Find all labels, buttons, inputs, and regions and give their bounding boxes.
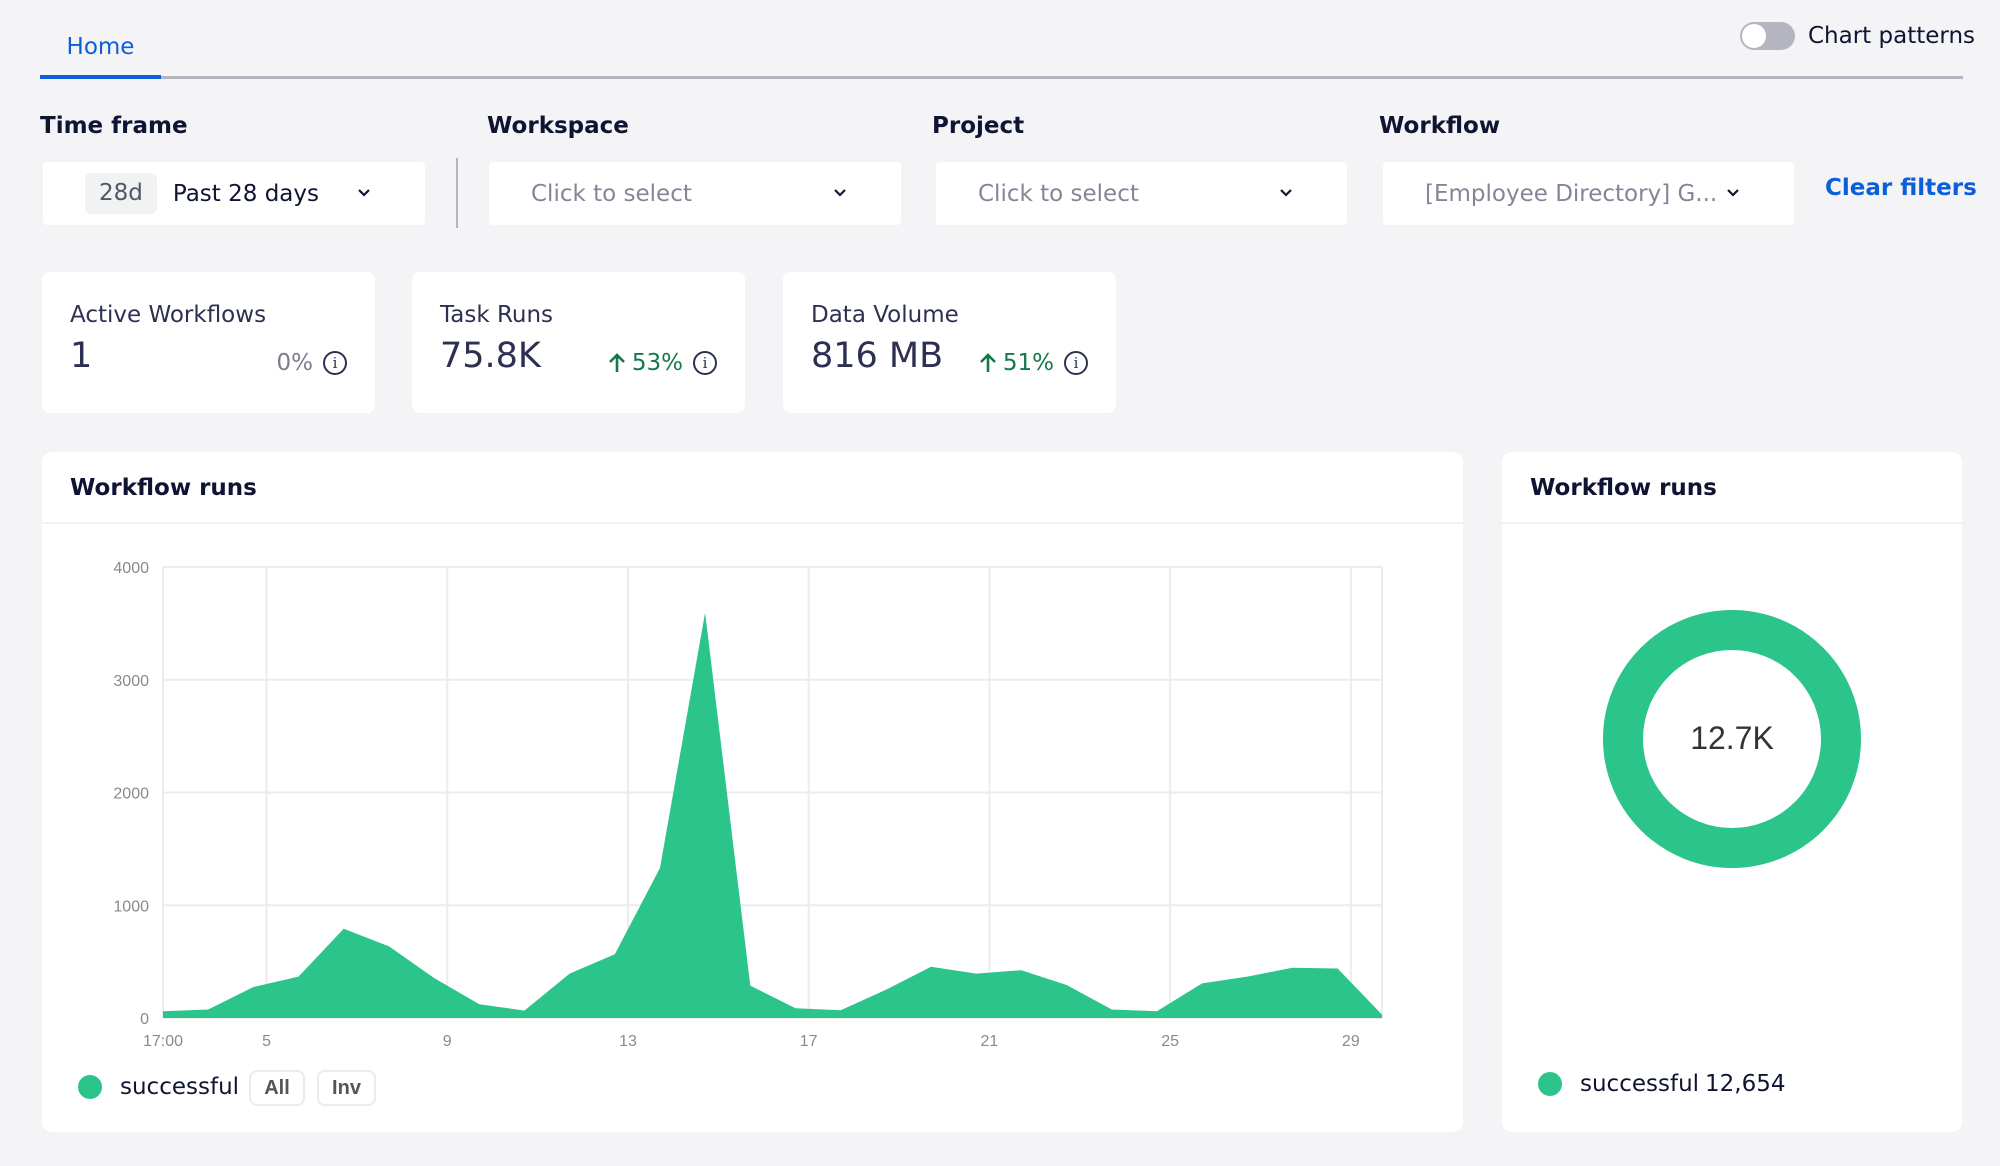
x-tick-label: 25 (1161, 1033, 1179, 1050)
x-axis-ticks: 17:00 5 9 13 17 21 25 29 (143, 1033, 1360, 1050)
x-tick-label: 9 (443, 1033, 452, 1050)
legend-label-successful[interactable]: successful (120, 1070, 239, 1104)
donut-center-label: 12.7K (1690, 720, 1774, 756)
x-tick-label: 17 (800, 1033, 818, 1050)
legend-invert-button[interactable]: Inv (317, 1070, 376, 1106)
x-tick-label: 17:00 (143, 1033, 183, 1050)
card-title: Workflow runs (1530, 475, 1717, 501)
workflow-runs-donut-chart: 12.7K (1603, 610, 1861, 868)
legend-value-successful: 12,654 (1705, 1071, 1786, 1097)
x-tick-label: 29 (1342, 1033, 1360, 1050)
area-series-successful[interactable] (163, 612, 1382, 1018)
y-tick-label: 1000 (113, 898, 149, 915)
card-divider (1502, 522, 1962, 524)
y-axis-ticks: 0 1000 2000 3000 4000 (113, 560, 149, 1028)
x-tick-label: 5 (262, 1033, 271, 1050)
x-tick-label: 13 (619, 1033, 637, 1050)
y-tick-label: 3000 (113, 673, 149, 690)
x-tick-label: 21 (980, 1033, 998, 1050)
legend-all-button[interactable]: All (249, 1070, 305, 1106)
y-tick-label: 2000 (113, 786, 149, 803)
y-tick-label: 0 (140, 1011, 149, 1028)
legend-dot-successful (1538, 1072, 1562, 1096)
legend-dot-successful (78, 1075, 102, 1099)
y-tick-label: 4000 (113, 560, 149, 577)
legend-label-successful[interactable]: successful (1580, 1067, 1699, 1101)
